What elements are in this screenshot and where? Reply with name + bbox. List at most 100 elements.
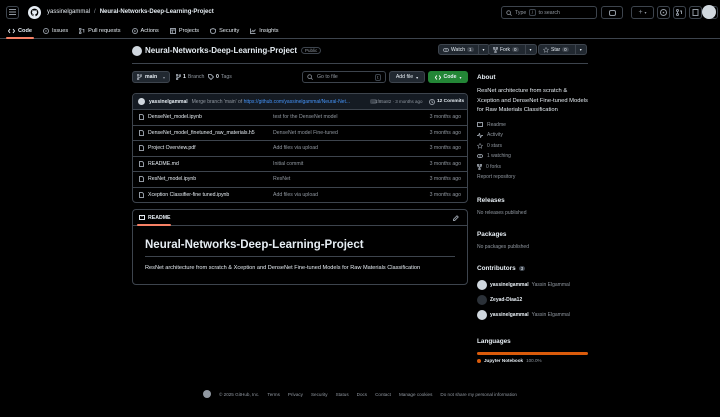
tab-actions[interactable]: Actions (131, 24, 159, 38)
about-readme-link[interactable]: Readme (477, 120, 588, 131)
breadcrumb-repo[interactable]: Neural-Networks-Deep-Learning-Project (100, 9, 214, 15)
readme-body: ResNet architecture from scratch & Xcept… (145, 265, 421, 271)
footer-link-cookies[interactable]: Manage cookies (399, 392, 432, 397)
owner-avatar[interactable] (132, 45, 142, 56)
avatar[interactable] (477, 279, 487, 290)
tab-code[interactable]: Code (6, 24, 34, 39)
add-file-label: Add file (395, 74, 414, 80)
contributor-item[interactable]: yassinelgammal Yassin Elgammal (477, 307, 588, 322)
repo-nav-tabs: Code Issues Pull requests Actions Projec… (0, 24, 720, 39)
file-commit-message[interactable]: test for the DenseNet model (273, 114, 338, 120)
contributors-heading-row: Contributors 3 (477, 265, 588, 272)
tab-pull-requests[interactable]: Pull requests (79, 24, 121, 38)
footer-link-status[interactable]: Status (336, 392, 349, 397)
about-activity-link[interactable]: Activity (477, 130, 588, 141)
table-row[interactable]: ResNet_model.ipynb ResNet 3 months ago (133, 172, 467, 188)
breadcrumb-owner[interactable]: yassinelgammal (47, 9, 90, 15)
fork-button[interactable]: Fork 0 ▾ (488, 44, 537, 55)
commit-hash-time[interactable]: 1f85a82 · 3 months ago (375, 99, 423, 104)
table-row[interactable]: Xception Classifier-fine tuned.ipynb Add… (133, 188, 467, 203)
file-name[interactable]: README.md (148, 161, 179, 167)
footer-link-security[interactable]: Security (311, 392, 328, 397)
go-to-file-input[interactable]: Go to file t (302, 71, 386, 83)
contributors-heading[interactable]: Contributors (477, 265, 516, 272)
code-button[interactable]: Code ▾ (428, 71, 468, 83)
add-file-button[interactable]: Add file ▾ (389, 71, 425, 83)
tags-count: 0 (216, 74, 219, 80)
file-icon (139, 145, 144, 152)
pull-requests-button[interactable] (673, 6, 686, 19)
commit-author[interactable]: yassinelgammal (149, 99, 188, 105)
table-row[interactable]: DenseNet_model.ipynb test for the DenseN… (133, 110, 467, 126)
tags-link[interactable]: 0 Tags (208, 71, 232, 83)
file-name[interactable]: DenseNet_model.ipynb (148, 114, 202, 120)
fork-dropdown[interactable]: ▾ (524, 45, 536, 54)
tab-issues[interactable]: Issues (42, 24, 68, 38)
file-commit-message[interactable]: DenseNet model Fine-tuned (273, 130, 338, 136)
watch-dropdown[interactable]: ▾ (477, 45, 489, 54)
menu-button[interactable] (6, 5, 19, 19)
table-row[interactable]: DenseNet_model_finetuned_raw_materials.h… (133, 126, 467, 141)
footer-link-docs[interactable]: Docs (357, 392, 367, 397)
star-dropdown[interactable]: ▾ (574, 45, 586, 54)
issues-button[interactable] (657, 6, 670, 19)
readme-tab[interactable]: README (148, 215, 170, 221)
star-button[interactable]: Star 0 ▾ (538, 44, 587, 55)
file-commit-message[interactable]: ResNet (273, 176, 290, 182)
repositories-button[interactable] (689, 6, 702, 19)
avatar[interactable] (477, 309, 487, 320)
about-stars-link[interactable]: 0 stars (477, 141, 588, 152)
language-item[interactable]: Jupyter Notebook 100.0% (477, 358, 542, 363)
commit-message-link[interactable]: https://github.com/yassinelgammal/Neural… (244, 99, 350, 105)
pull-request-icon (676, 9, 682, 16)
contributor-login[interactable]: yassinelgammal (490, 312, 529, 318)
file-name[interactable]: ResNet_model.ipynb (148, 176, 196, 182)
tab-projects[interactable]: Projects (169, 24, 199, 38)
about-forks-link[interactable]: 0 forks (477, 162, 588, 173)
commits-history-link[interactable]: 12 Commits (429, 98, 464, 105)
about-watching-link[interactable]: 1 watching (477, 151, 588, 162)
language-percent: 100.0% (526, 358, 542, 363)
language-bar (477, 352, 588, 355)
branches-link[interactable]: 1 Branch (176, 71, 204, 83)
packages-heading[interactable]: Packages (477, 231, 588, 238)
user-avatar[interactable] (702, 5, 716, 19)
edit-readme-button[interactable] (453, 214, 459, 221)
file-name[interactable]: DenseNet_model_finetuned_raw_materials.h… (148, 130, 255, 136)
table-row[interactable]: Project Overview.pdf Add files via uploa… (133, 141, 467, 157)
table-row[interactable]: README.md Initial commit 3 months ago (133, 157, 467, 172)
github-footer-logo-icon[interactable] (202, 390, 211, 398)
file-date: 3 months ago (429, 192, 461, 199)
create-new-button[interactable]: + ▾ (631, 6, 654, 19)
file-commit-message[interactable]: Add files via upload (273, 192, 318, 198)
global-search[interactable]: Type / to search (501, 6, 597, 19)
file-commit-message[interactable]: Add files via upload (273, 145, 318, 151)
footer-link-do-not-share[interactable]: Do not share my personal information (440, 392, 517, 397)
contributor-login[interactable]: Zeyad-Diaa12 (490, 297, 522, 303)
tab-label: Code (18, 28, 32, 34)
watch-button[interactable]: Watch 1 ▾ (438, 44, 490, 55)
file-name[interactable]: Xception Classifier-fine tuned.ipynb (148, 192, 229, 198)
branch-icon (176, 74, 181, 80)
file-commit-message[interactable]: Initial commit (273, 161, 303, 167)
contributor-item[interactable]: yassinelgammal Yassin Elgammal (477, 277, 588, 292)
file-name[interactable]: Project Overview.pdf (148, 145, 196, 151)
footer-link-privacy[interactable]: Privacy (288, 392, 303, 397)
repo-title[interactable]: Neural-Networks-Deep-Learning-Project (145, 46, 297, 55)
footer-link-terms[interactable]: Terms (267, 392, 280, 397)
avatar[interactable] (477, 294, 487, 305)
releases-heading[interactable]: Releases (477, 197, 588, 204)
contributor-login[interactable]: yassinelgammal (490, 282, 529, 288)
contributor-item[interactable]: Zeyad-Diaa12 (477, 292, 588, 307)
eye-icon (477, 154, 483, 159)
tab-security[interactable]: Security (210, 24, 239, 38)
branch-selector[interactable]: main ▾ (132, 71, 170, 83)
report-repository-link[interactable]: Report repository (477, 172, 588, 183)
copilot-button[interactable] (601, 6, 623, 19)
commit-message[interactable]: Merge branch 'main' of https://github.co… (192, 99, 364, 105)
commit-author-avatar[interactable] (138, 98, 145, 105)
github-logo-icon[interactable] (28, 5, 41, 19)
tab-insights[interactable]: Insights (250, 24, 279, 38)
footer-link-contact[interactable]: Contact (375, 392, 391, 397)
tab-label: Security (219, 28, 240, 34)
